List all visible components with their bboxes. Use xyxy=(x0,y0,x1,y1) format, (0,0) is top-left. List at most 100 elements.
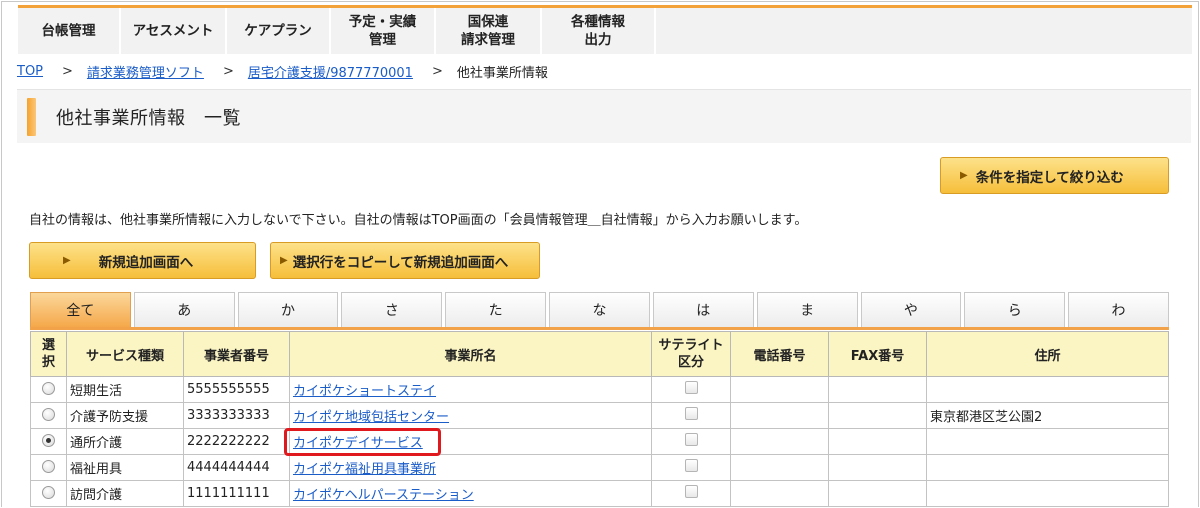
tab-ra[interactable]: ら xyxy=(964,292,1066,327)
tab-na[interactable]: な xyxy=(549,292,650,327)
cell-satellite xyxy=(651,428,731,455)
cell-provider-no: 4444444444 xyxy=(183,454,290,481)
office-name-link[interactable]: カイポケ福祉用具事業所 xyxy=(293,462,436,477)
cell-service: 通所介護 xyxy=(66,428,184,455)
cell-service: 短期生活 xyxy=(66,376,184,403)
arrow-right-icon: ▶ xyxy=(280,255,288,266)
cell-address xyxy=(926,376,1169,403)
tab-ha[interactable]: は xyxy=(652,292,754,327)
cell-service: 介護予防支援 xyxy=(66,402,184,429)
cell-satellite xyxy=(651,480,731,507)
cell-office-name: カイポケ地域包括センター xyxy=(289,402,652,429)
page-title-bar: 他社事業所情報 一覧 xyxy=(17,89,1191,143)
nav-billing[interactable]: 国保連 請求管理 xyxy=(436,8,542,54)
col-address: 住所 xyxy=(926,331,1169,377)
col-fax: FAX番号 xyxy=(828,331,927,377)
cell-phone xyxy=(730,376,829,403)
add-new-button[interactable]: ▶ 新規追加画面へ xyxy=(29,242,256,279)
col-satellite: サテライト 区分 xyxy=(651,331,731,377)
table-row[interactable]: 訪問介護 1111111111 カイポケヘルパーステーション xyxy=(30,480,1169,507)
col-service: サービス種類 xyxy=(66,331,184,377)
filter-button[interactable]: ▶ 条件を指定して絞り込む xyxy=(940,157,1169,194)
satellite-checkbox[interactable] xyxy=(684,459,698,472)
cell-provider-no: 5555555555 xyxy=(183,376,290,403)
cell-office-name: カイポケヘルパーステーション xyxy=(289,480,652,507)
office-name-link[interactable]: カイポケデイサービス xyxy=(293,436,423,451)
cell-fax xyxy=(828,376,927,403)
notice-text: 自社の情報は、他社事業所情報に入力しないで下さい。自社の情報はTOP画面の「会員… xyxy=(29,213,808,228)
breadcrumb-billing-soft-link[interactable]: 請求業務管理ソフト xyxy=(87,62,204,81)
copy-add-button-label: 選択行をコピーして新規追加画面へ xyxy=(292,254,509,271)
table-row[interactable]: 通所介護 2222222222 カイポケデイサービス xyxy=(30,428,1169,455)
tab-ka[interactable]: か xyxy=(237,292,339,327)
row-select-radio[interactable] xyxy=(42,382,55,395)
cell-address xyxy=(926,428,1169,455)
row-select-cell xyxy=(30,376,67,403)
cell-address: 東京都港区芝公園2 xyxy=(926,402,1169,429)
satellite-checkbox[interactable] xyxy=(684,407,698,420)
cell-office-name: カイポケデイサービス xyxy=(289,428,652,455)
breadcrumb-separator: > xyxy=(431,64,443,79)
tab-ta[interactable]: た xyxy=(445,292,547,327)
row-select-cell xyxy=(30,454,67,481)
col-provider-no: 事業者番号 xyxy=(183,331,290,377)
tab-wa[interactable]: わ xyxy=(1068,292,1169,327)
cell-service: 福祉用具 xyxy=(66,454,184,481)
col-phone: 電話番号 xyxy=(730,331,829,377)
filter-button-label: 条件を指定して絞り込む xyxy=(975,169,1124,186)
cell-fax xyxy=(828,480,927,507)
copy-add-button[interactable]: ▶ 選択行をコピーして新規追加画面へ xyxy=(270,242,540,279)
cell-office-name: カイポケショートステイ xyxy=(289,376,652,403)
arrow-right-icon: ▶ xyxy=(63,255,71,266)
nav-filler xyxy=(656,8,1192,54)
office-name-link[interactable]: カイポケ地域包括センター xyxy=(293,410,449,425)
nav-ledger[interactable]: 台帳管理 xyxy=(18,8,121,54)
cell-provider-no: 1111111111 xyxy=(183,480,290,507)
cell-fax xyxy=(828,428,927,455)
add-new-button-label: 新規追加画面へ xyxy=(98,254,194,271)
nav-careplan[interactable]: ケアプラン xyxy=(227,8,331,54)
tab-sa[interactable]: さ xyxy=(341,292,443,327)
nav-assessment[interactable]: アセスメント xyxy=(121,8,227,54)
satellite-checkbox[interactable] xyxy=(684,485,698,498)
table-row[interactable]: 介護予防支援 3333333333 カイポケ地域包括センター 東京都港区芝公園2 xyxy=(30,402,1169,429)
tab-all[interactable]: 全て xyxy=(30,292,131,327)
nav-schedule[interactable]: 予定・実績 管理 xyxy=(331,8,436,54)
cell-provider-no: 2222222222 xyxy=(183,428,290,455)
breadcrumb: TOP > 請求業務管理ソフト > 居宅介護支援/9877770001 > 他社… xyxy=(17,62,548,81)
cell-satellite xyxy=(651,376,731,403)
row-select-radio[interactable] xyxy=(42,408,55,421)
satellite-checkbox[interactable] xyxy=(684,433,698,446)
cell-phone xyxy=(730,480,829,507)
row-select-cell xyxy=(30,480,67,507)
col-select: 選 択 xyxy=(30,331,67,377)
cell-provider-no: 3333333333 xyxy=(183,402,290,429)
row-select-radio[interactable] xyxy=(42,434,55,447)
tab-ya[interactable]: や xyxy=(860,292,962,327)
table-row[interactable]: 福祉用具 4444444444 カイポケ福祉用具事業所 xyxy=(30,454,1169,481)
tabs-underline xyxy=(30,327,1169,330)
office-name-link[interactable]: カイポケヘルパーステーション xyxy=(293,488,474,503)
cell-address xyxy=(926,480,1169,507)
cell-phone xyxy=(730,428,829,455)
breadcrumb-separator: > xyxy=(222,64,234,79)
nav-output[interactable]: 各種情報 出力 xyxy=(542,8,656,54)
arrow-right-icon: ▶ xyxy=(960,170,968,181)
tab-a[interactable]: あ xyxy=(133,292,235,327)
cell-satellite xyxy=(651,402,731,429)
tab-ma[interactable]: ま xyxy=(756,292,858,327)
cell-phone xyxy=(730,402,829,429)
row-select-cell xyxy=(30,402,67,429)
cell-service: 訪問介護 xyxy=(66,480,184,507)
office-name-link[interactable]: カイポケショートステイ xyxy=(293,384,436,399)
breadcrumb-top-link[interactable]: TOP xyxy=(17,64,43,79)
top-navigation: 台帳管理 アセスメント ケアプラン 予定・実績 管理 国保連 請求管理 各種情報… xyxy=(18,5,1192,54)
table-row[interactable]: 短期生活 5555555555 カイポケショートステイ xyxy=(30,376,1169,403)
row-select-cell xyxy=(30,428,67,455)
satellite-checkbox[interactable] xyxy=(684,381,698,394)
kana-tabs: 全て あ か さ た な は ま や ら わ xyxy=(30,292,1169,329)
row-select-radio[interactable] xyxy=(42,486,55,499)
row-select-radio[interactable] xyxy=(42,460,55,473)
breadcrumb-home-care-link[interactable]: 居宅介護支援/9877770001 xyxy=(248,62,413,81)
col-office-name: 事業所名 xyxy=(289,331,652,377)
